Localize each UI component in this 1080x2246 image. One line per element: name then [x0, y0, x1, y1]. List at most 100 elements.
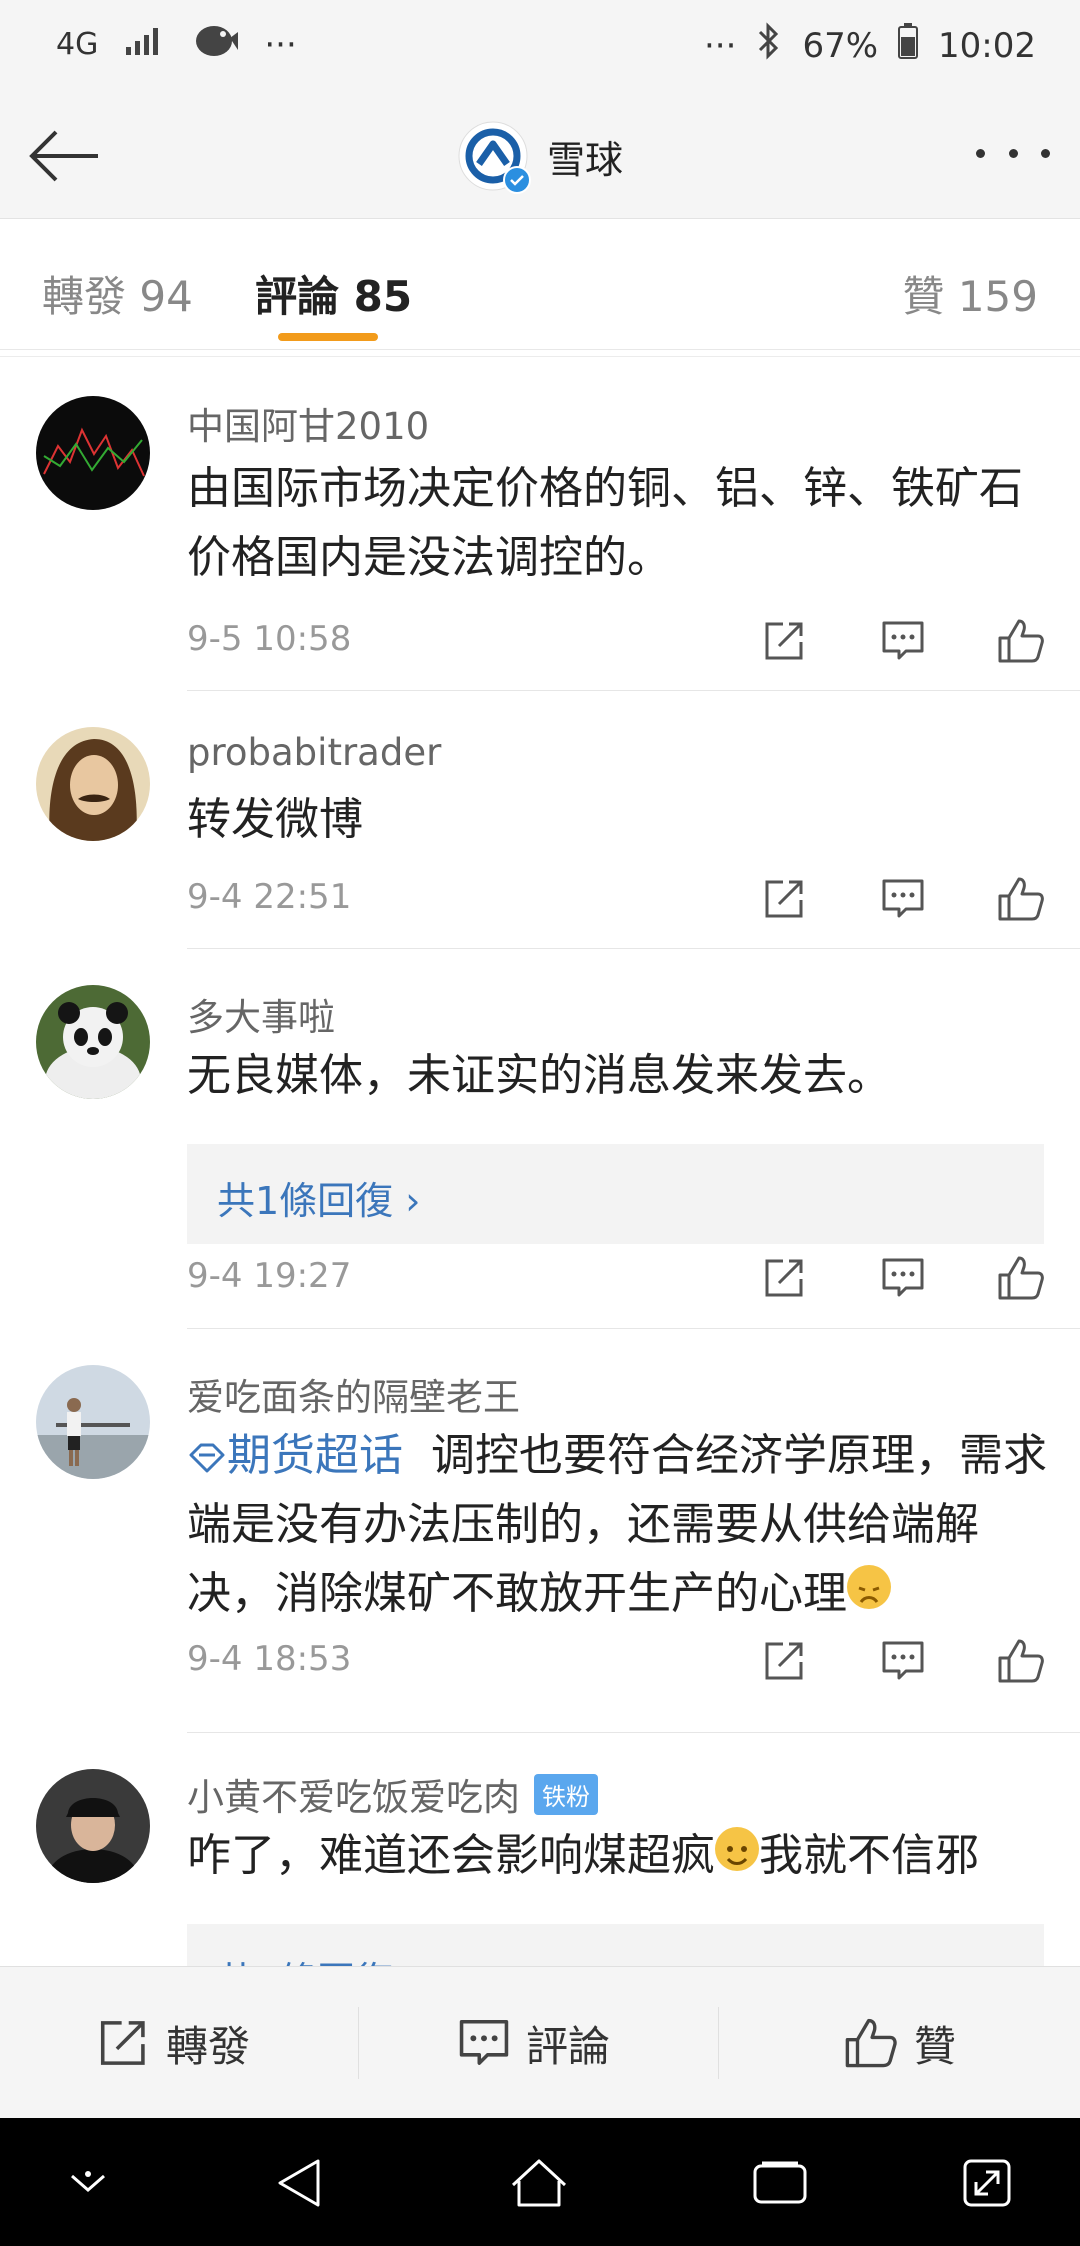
- thumbs-up-icon: [998, 1639, 1044, 1683]
- more-dot-icon: [1008, 148, 1018, 158]
- tab-likes[interactable]: 贊 159: [902, 263, 1038, 324]
- repost-button[interactable]: [760, 616, 810, 666]
- thumbs-up-icon: [998, 619, 1044, 663]
- clock: 10:02: [938, 25, 1036, 66]
- repost-action-button[interactable]: 轉發: [98, 1967, 250, 2119]
- comment-text: 咋了，难道还会影响煤超疯 我就不信邪: [187, 1821, 1047, 1890]
- comment-icon: [882, 1258, 924, 1297]
- chevron-down-icon: [71, 2171, 105, 2192]
- tab-comments[interactable]: 評論 85: [255, 263, 412, 324]
- username-text[interactable]: 中国阿甘2010: [187, 396, 429, 450]
- comment-icon: [459, 2019, 509, 2065]
- comment-list[interactable]: 中国阿甘2010 由国际市场决定价格的铜、铝、锌、铁矿石价格国内是没法调控的。 …: [0, 356, 1080, 1966]
- notification-icon: [192, 20, 239, 69]
- fan-badge: 铁粉: [534, 1773, 598, 1815]
- reply-button[interactable]: [878, 874, 928, 924]
- avatar[interactable]: [36, 727, 150, 841]
- smile-emoji: [715, 1827, 759, 1871]
- comment-username[interactable]: 小黄不爱吃饭爱吃肉 铁粉: [187, 1767, 598, 1821]
- reply-preview[interactable]: 共1條回復 ›: [187, 1924, 1044, 1966]
- more-status-indicator: ···: [264, 24, 297, 65]
- comment-username[interactable]: probabitrader: [187, 731, 441, 774]
- home-nav-button[interactable]: [504, 2148, 574, 2218]
- topic-diamond-icon: [189, 1443, 225, 1473]
- recents-icon: [753, 2161, 807, 2204]
- avatar[interactable]: [36, 1769, 150, 1883]
- like-label: 贊: [914, 2021, 957, 2071]
- comment-item: 小黄不爱吃饭爱吃肉铁粉 咋了，难道还会影响煤超疯我就不信邪 共1條回復 ›: [0, 1733, 1080, 1966]
- comment-time: 9-4 18:53: [187, 1639, 352, 1679]
- reply-button[interactable]: [878, 616, 928, 666]
- tab-reposts[interactable]: 轉發 94: [42, 263, 193, 324]
- comment-username[interactable]: 多大事啦: [187, 987, 335, 1041]
- recents-nav-button[interactable]: [745, 2148, 815, 2218]
- view-replies-link[interactable]: 共1條回復 ›: [217, 1170, 420, 1225]
- avatar[interactable]: [36, 396, 150, 510]
- comment-body-end: 我就不信邪: [759, 1830, 979, 1881]
- like-button[interactable]: [996, 616, 1046, 666]
- more-options-button[interactable]: [976, 128, 1050, 178]
- xueqiu-logo: [457, 120, 531, 194]
- reply-button[interactable]: [878, 1253, 928, 1303]
- reply-preview[interactable]: 共1條回復 ›: [187, 1144, 1044, 1244]
- back-arrow-icon: [29, 130, 98, 182]
- share-icon: [765, 1642, 803, 1680]
- comment-username[interactable]: 中国阿甘2010: [187, 396, 429, 450]
- expand-icon: [963, 2159, 1011, 2207]
- thumbs-up-icon: [998, 877, 1044, 921]
- tired-face-emoji: [847, 1565, 891, 1609]
- more-dot-icon: [976, 148, 985, 158]
- back-nav-button[interactable]: [264, 2148, 334, 2218]
- username-text[interactable]: 爱吃面条的隔壁老王: [187, 1367, 520, 1421]
- verified-icon: [503, 166, 531, 194]
- share-icon: [765, 1259, 803, 1297]
- username-text[interactable]: 多大事啦: [187, 987, 335, 1041]
- topic-tag[interactable]: 期货超话: [187, 1430, 403, 1481]
- comment-actions: [760, 1252, 1046, 1304]
- comment-actions: [760, 873, 1046, 925]
- comment-text: 由国际市场决定价格的铜、铝、锌、铁矿石价格国内是没法调控的。: [187, 463, 1023, 583]
- comment-item: 爱吃面条的隔壁老王 期货超话 调控也要符合经济学原理，需求端是没有办法压制的，还…: [0, 1329, 1080, 1733]
- avatar[interactable]: [36, 1365, 150, 1479]
- comment-actions: [760, 615, 1046, 667]
- comment-time: 9-5 10:58: [187, 619, 352, 659]
- comment-label: 評論: [526, 2021, 611, 2071]
- repost-button[interactable]: [760, 1636, 810, 1686]
- active-tab-indicator: [278, 333, 378, 341]
- comment-item: probabitrader 转发微博 9-4 22:51: [0, 691, 1080, 949]
- repost-button[interactable]: [760, 874, 810, 924]
- comment-item: 中国阿甘2010 由国际市场决定价格的铜、铝、锌、铁矿石价格国内是没法调控的。 …: [0, 356, 1080, 691]
- back-button[interactable]: [20, 116, 108, 196]
- thumbs-up-icon: [998, 1256, 1044, 1300]
- like-action-button[interactable]: 贊: [844, 1967, 956, 2119]
- repost-button[interactable]: [760, 1253, 810, 1303]
- username-text[interactable]: probabitrader: [187, 731, 441, 774]
- share-icon: [765, 880, 803, 918]
- comment-username[interactable]: 爱吃面条的隔壁老王: [187, 1367, 520, 1421]
- comment-text: 转发微博: [187, 794, 363, 845]
- tab-bar: 轉發 94 評論 85 贊 159: [0, 219, 1080, 350]
- hide-keyboard-button[interactable]: [53, 2148, 123, 2218]
- page-title: 雪球: [547, 137, 624, 182]
- comment-icon: [882, 1641, 924, 1680]
- signal-icon: [124, 23, 166, 66]
- expand-nav-button[interactable]: [952, 2148, 1022, 2218]
- reply-button[interactable]: [878, 1636, 928, 1686]
- triangle-back-icon: [278, 2159, 320, 2207]
- like-button[interactable]: [996, 874, 1046, 924]
- repost-label: 轉發: [166, 2021, 251, 2071]
- avatar[interactable]: [36, 985, 150, 1099]
- like-button[interactable]: [996, 1253, 1046, 1303]
- like-button[interactable]: [996, 1636, 1046, 1686]
- divider: [358, 2007, 359, 2079]
- comment-item: 多大事啦 无良媒体，未证实的消息发来发去。 共1條回復 › 9-4 19:27: [0, 949, 1080, 1329]
- comment-time: 9-4 22:51: [187, 877, 352, 917]
- comment-icon: [882, 879, 924, 918]
- bottom-action-bar: 轉發 評論 贊: [0, 1966, 1080, 2119]
- view-replies-link[interactable]: 共1條回復 ›: [217, 1950, 420, 1966]
- username-text[interactable]: 小黄不爱吃饭爱吃肉: [187, 1767, 520, 1821]
- top-nav-bar: 雪球: [0, 92, 1080, 219]
- topic-name[interactable]: 期货超话: [227, 1430, 403, 1481]
- comment-action-button[interactable]: 評論: [458, 1967, 610, 2119]
- battery-icon: [898, 23, 919, 68]
